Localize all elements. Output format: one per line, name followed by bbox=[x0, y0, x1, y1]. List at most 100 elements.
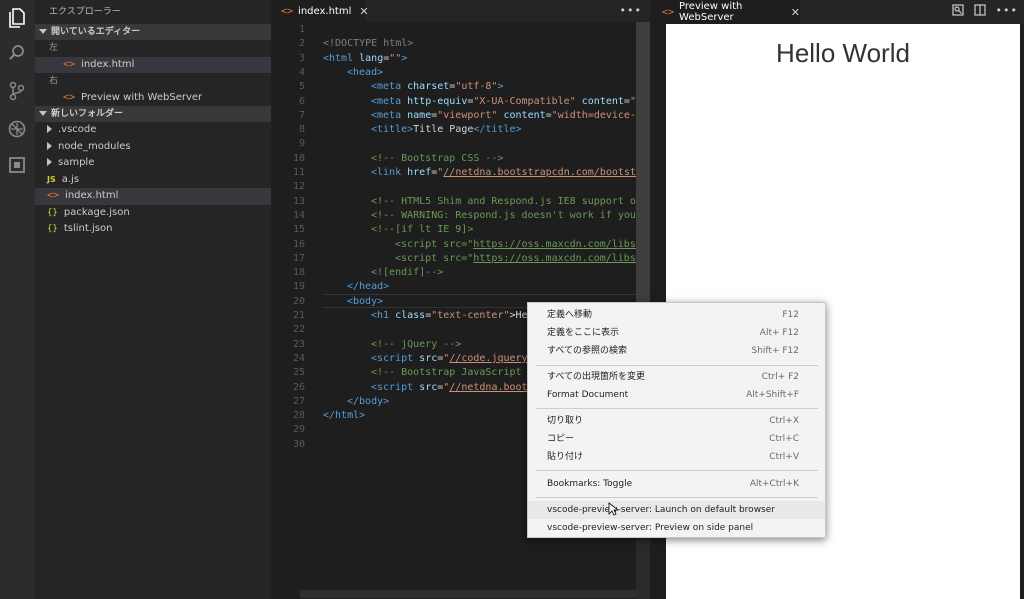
code-line: <html lang=""> bbox=[323, 52, 408, 64]
file-name: package.json bbox=[63, 206, 130, 218]
code-line: </html> bbox=[323, 410, 366, 422]
code-line: </body> bbox=[347, 395, 390, 407]
folder-node-modules[interactable]: node_modules bbox=[35, 139, 271, 156]
debug-icon[interactable] bbox=[6, 118, 28, 140]
line-number: 4 bbox=[298, 66, 305, 78]
code-line: <![endif]--> bbox=[371, 267, 444, 279]
html-file-icon: <> bbox=[47, 190, 60, 201]
file-package-json[interactable]: {} package.json bbox=[35, 205, 271, 222]
chevron-down-icon bbox=[39, 111, 47, 116]
folder-header[interactable]: 新しいフォルダー bbox=[35, 106, 271, 122]
code-line: </head> bbox=[347, 281, 390, 293]
line-number: 9 bbox=[298, 138, 305, 150]
folder-sample[interactable]: sample bbox=[35, 155, 271, 172]
line-number: 28 bbox=[292, 410, 305, 422]
html-file-icon: <> bbox=[281, 5, 294, 17]
line-number: 3 bbox=[298, 52, 305, 64]
tab-preview[interactable]: <> Preview with WebServer ✕ bbox=[650, 0, 800, 24]
menu-item-preview-side-panel[interactable]: vscode-preview-server: Preview on side p… bbox=[528, 519, 825, 537]
chevron-down-icon bbox=[39, 29, 47, 34]
html-file-icon: <> bbox=[63, 91, 76, 103]
line-number: 1 bbox=[298, 24, 305, 35]
open-preview-icon[interactable] bbox=[951, 4, 964, 19]
open-editor-preview[interactable]: <> Preview with WebServer bbox=[35, 90, 271, 107]
file-name: index.html bbox=[65, 190, 119, 201]
open-editor-index-html[interactable]: <> index.html bbox=[35, 56, 271, 73]
close-icon[interactable]: ✕ bbox=[359, 5, 368, 18]
menu-item-find-all-references[interactable]: すべての参照の検索 Shift+ F12 bbox=[528, 342, 825, 360]
code-line: <h1 class="text-center">Hel bbox=[371, 310, 534, 321]
line-number: 27 bbox=[292, 395, 305, 407]
code-line: <script src="https://oss.maxcdn.com/libs… bbox=[395, 238, 650, 250]
line-number: 16 bbox=[292, 238, 305, 250]
more-actions-icon[interactable]: ••• bbox=[996, 4, 1018, 19]
context-menu: 定義へ移動 F12 定義をここに表示 Alt+ F12 すべての参照の検索 Shift… bbox=[527, 302, 826, 538]
mouse-cursor-icon bbox=[608, 502, 618, 516]
file-name: a.js bbox=[61, 173, 80, 185]
menu-item-change-all-occurrences[interactable]: すべての出現箇所を変更 Ctrl+ F2 bbox=[528, 368, 825, 386]
line-number: 14 bbox=[292, 209, 305, 221]
folder-name: sample bbox=[58, 157, 95, 168]
file-tslint-json[interactable]: {} tslint.json bbox=[35, 221, 271, 238]
html-file-icon: <> bbox=[662, 6, 675, 18]
close-icon[interactable]: ✕ bbox=[791, 6, 800, 19]
line-number: 12 bbox=[292, 181, 305, 193]
line-number: 23 bbox=[292, 338, 305, 350]
line-number: 2 bbox=[298, 38, 305, 50]
open-editors-label: 開いているエディター bbox=[51, 27, 141, 37]
explorer-sidebar: エクスプローラー 開いているエディター 左 <> index.html 右 <> P… bbox=[35, 0, 271, 599]
line-number: 19 bbox=[292, 281, 305, 293]
menu-separator bbox=[536, 497, 818, 498]
source-control-icon[interactable] bbox=[6, 80, 28, 102]
chevron-right-icon bbox=[47, 141, 52, 150]
menu-item-format-document[interactable]: Format Document Alt+Shift+F bbox=[528, 386, 825, 404]
menu-item-copy[interactable]: コピー Ctrl+C bbox=[528, 430, 825, 448]
open-editor-label: Preview with WebServer bbox=[81, 91, 203, 103]
line-number: 22 bbox=[292, 324, 305, 336]
file-index-html[interactable]: <> index.html bbox=[35, 188, 271, 205]
tab-index-html[interactable]: <> index.html ✕ bbox=[271, 0, 369, 22]
file-a-js[interactable]: JS a.js bbox=[35, 172, 271, 189]
file-name: tslint.json bbox=[63, 223, 113, 234]
js-file-icon: JS bbox=[47, 174, 56, 184]
code-line: <script src="https://oss.maxcdn.com/libs… bbox=[395, 252, 650, 264]
folder-vscode[interactable]: .vscode bbox=[35, 122, 271, 139]
open-editors-header[interactable]: 開いているエディター bbox=[35, 24, 271, 40]
line-number: 8 bbox=[298, 124, 305, 136]
more-actions-icon[interactable]: ••• bbox=[620, 4, 642, 17]
line-number: 24 bbox=[292, 352, 305, 364]
split-editor-icon[interactable] bbox=[973, 4, 986, 19]
line-number: 6 bbox=[298, 95, 305, 107]
code-line: <!--[if lt IE 9]> bbox=[371, 224, 474, 236]
code-line: <meta charset="utf-8"> bbox=[371, 81, 504, 93]
chevron-right-icon bbox=[47, 125, 52, 133]
code-line: <!-- Bootstrap CSS --> bbox=[371, 152, 504, 164]
menu-item-launch-default-browser[interactable]: vscode-preview-server: Launch on default… bbox=[528, 501, 825, 519]
line-number: 21 bbox=[292, 310, 305, 321]
line-number: 10 bbox=[292, 152, 305, 164]
menu-item-bookmarks-toggle[interactable]: Bookmarks: Toggle Alt+Ctrl+K bbox=[528, 475, 825, 493]
extensions-icon[interactable] bbox=[6, 154, 28, 176]
line-number: 30 bbox=[292, 438, 305, 450]
code-line: <body> bbox=[347, 295, 384, 307]
chevron-right-icon bbox=[47, 158, 52, 166]
explorer-icon[interactable] bbox=[6, 7, 28, 29]
code-line: <script src="//code.jquery. bbox=[371, 352, 534, 364]
activity-bar bbox=[0, 0, 35, 599]
line-number: 29 bbox=[292, 424, 305, 436]
line-number: 17 bbox=[292, 252, 305, 264]
tab-label: Preview with WebServer bbox=[679, 1, 743, 23]
code-line: <!-- WARNING: Respond.js doesn't work if… bbox=[371, 209, 650, 221]
search-icon[interactable] bbox=[6, 42, 28, 64]
scrollbar-thumb[interactable] bbox=[636, 22, 650, 302]
preview-toolbar: ••• bbox=[951, 4, 1018, 19]
menu-item-cut[interactable]: 切り取り Ctrl+X bbox=[528, 412, 825, 430]
tab-label: index.html bbox=[298, 5, 352, 17]
sidebar-title: エクスプローラー bbox=[49, 7, 121, 17]
menu-item-go-to-definition[interactable]: 定義へ移動 F12 bbox=[528, 306, 825, 324]
editor-horizontal-scrollbar[interactable] bbox=[300, 590, 636, 598]
menu-item-peek-definition[interactable]: 定義をここに表示 Alt+ F12 bbox=[528, 324, 825, 342]
menu-item-paste[interactable]: 貼り付け Ctrl+V bbox=[528, 448, 825, 466]
editor-tabbar: <> index.html ✕ ••• bbox=[271, 0, 650, 22]
json-file-icon: {} bbox=[47, 207, 58, 218]
